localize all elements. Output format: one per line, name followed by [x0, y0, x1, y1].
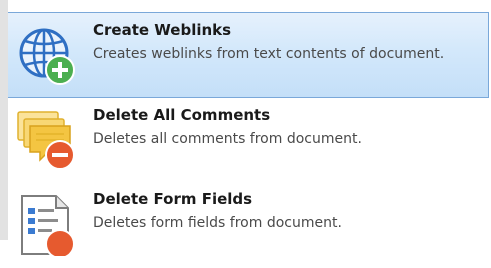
menu-item-description: Deletes all comments from document.: [93, 131, 362, 147]
menu-item-description: Deletes form fields from document.: [93, 215, 342, 231]
form-fields-delete-icon: [21, 195, 75, 256]
command-menu: Create Weblinks Creates weblinks from te…: [0, 0, 491, 256]
comments-delete-icon: [17, 111, 75, 170]
menu-item-title: Delete All Comments: [93, 106, 271, 124]
menu-item-description: Creates weblinks from text contents of d…: [93, 46, 445, 62]
menu-item-delete-form-fields[interactable]: Delete Form Fields Deletes form fields f…: [8, 182, 489, 268]
menu-item-delete-all-comments[interactable]: Delete All Comments Deletes all comments…: [8, 98, 489, 184]
menu-item-create-weblinks[interactable]: Create Weblinks Creates weblinks from te…: [8, 12, 489, 98]
menu-item-title: Delete Form Fields: [93, 190, 253, 208]
globe-add-icon: [19, 28, 75, 85]
menu-item-title: Create Weblinks: [93, 21, 232, 39]
